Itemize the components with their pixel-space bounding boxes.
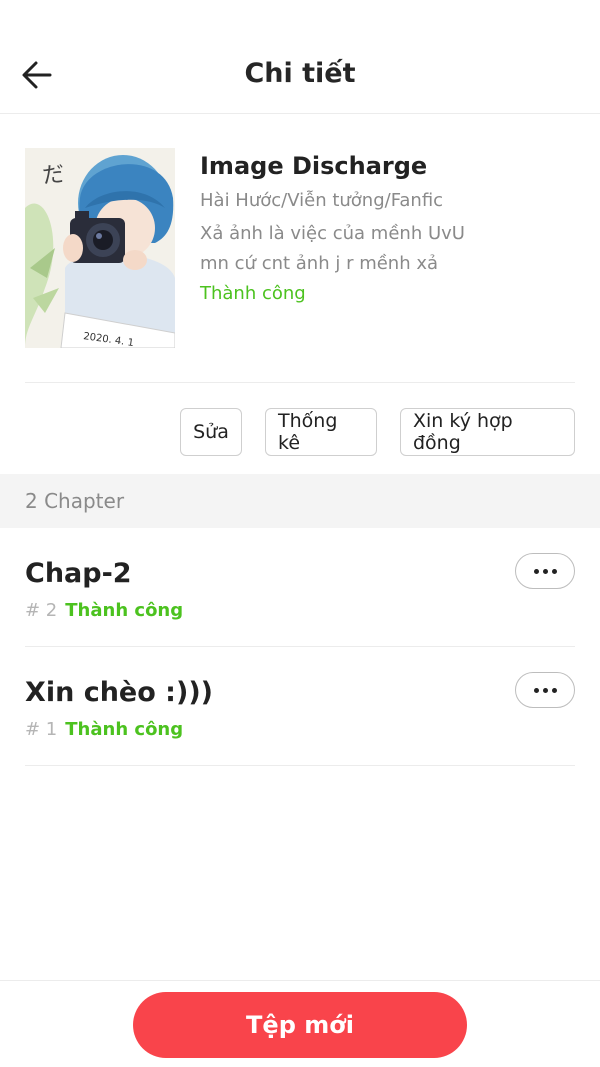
- more-horizontal-icon: [533, 687, 557, 693]
- page-title: Chi tiết: [244, 58, 356, 89]
- chapter-title: Xin chèo :))): [25, 677, 213, 708]
- chapter-more-button[interactable]: [515, 672, 575, 708]
- chapter-item[interactable]: Xin chèo :))) # 1 Thành công: [25, 647, 575, 766]
- cover-illustration: 2020. 4. 1 だ: [25, 148, 175, 348]
- bottom-bar: Tệp mới: [0, 980, 600, 1067]
- request-contract-button[interactable]: Xin ký hợp đồng: [400, 408, 575, 456]
- svg-text:だ: だ: [41, 162, 65, 189]
- chapter-subline: # 2 Thành công: [25, 600, 183, 621]
- chapter-more-button[interactable]: [515, 553, 575, 589]
- story-description-line: Xả ảnh là việc của mềnh UvU: [200, 223, 465, 244]
- story-actions: Sửa Thống kê Xin ký hợp đồng: [180, 408, 575, 456]
- top-bar: Chi tiết: [0, 0, 600, 114]
- statistics-button[interactable]: Thống kê: [265, 408, 377, 456]
- story-description-line: mn cứ cnt ảnh j r mềnh xả: [200, 253, 439, 274]
- story-status: Thành công: [200, 283, 306, 304]
- story-info: 2020. 4. 1 だ Image Discharge Hài Hước/Vi…: [25, 148, 575, 348]
- edit-button[interactable]: Sửa: [180, 408, 242, 456]
- more-horizontal-icon: [533, 568, 557, 574]
- story-title: Image Discharge: [200, 152, 428, 180]
- chapter-count: 2 Chapter: [25, 489, 125, 513]
- story-cover-image[interactable]: 2020. 4. 1 だ: [25, 148, 175, 348]
- chapter-number: # 2: [25, 600, 58, 621]
- story-genres: Hài Hước/Viễn tưởng/Fanfic: [200, 190, 444, 211]
- story-meta: Image Discharge Hài Hước/Viễn tưởng/Fanf…: [200, 152, 580, 304]
- chapter-title: Chap-2: [25, 558, 132, 589]
- story-description: Xả ảnh là việc của mềnh UvU mn cứ cnt ản…: [200, 219, 580, 279]
- chapter-subline: # 1 Thành công: [25, 719, 183, 740]
- chapter-item[interactable]: Chap-2 # 2 Thành công: [25, 528, 575, 647]
- chapters-section-header: 2 Chapter: [0, 474, 600, 528]
- chapter-status: Thành công: [65, 719, 184, 740]
- chapter-number: # 1: [25, 719, 58, 740]
- chapter-status: Thành công: [65, 600, 184, 621]
- new-chapter-button[interactable]: Tệp mới: [133, 992, 467, 1058]
- divider: [25, 382, 575, 383]
